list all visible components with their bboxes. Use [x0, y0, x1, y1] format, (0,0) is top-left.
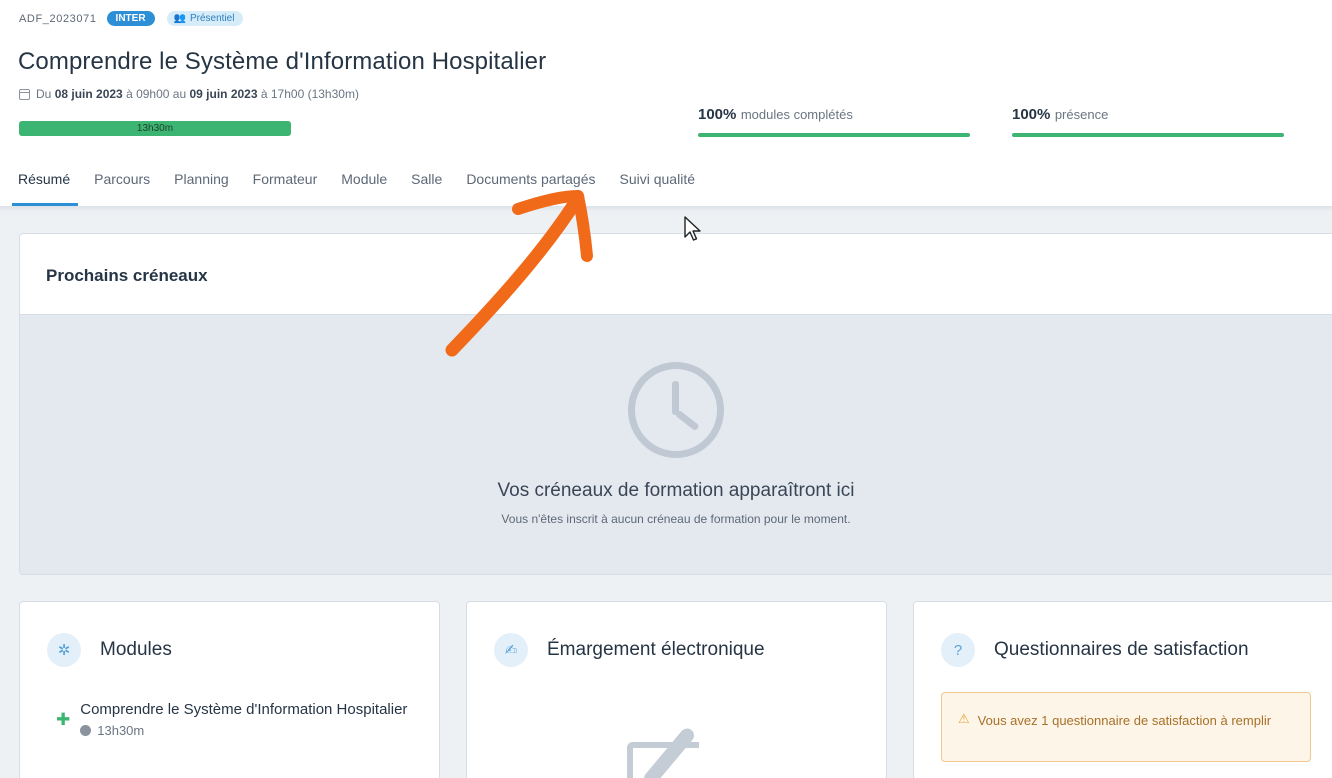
module-item-duration-row: 13h30m	[80, 723, 410, 738]
modules-completion-value: 100%	[698, 106, 737, 123]
start-time: à 09h00 au	[126, 87, 187, 101]
tab-bar: Résumé Parcours Planning Formateur Module Sal…	[11, 168, 719, 206]
page-title: Comprendre le Système d'Information Hosp…	[18, 48, 547, 75]
clock-icon	[80, 725, 92, 736]
tab-parcours[interactable]: Parcours	[94, 168, 150, 206]
presence-stat: 100% présence	[1012, 106, 1284, 137]
mode-badge: 👥 Présentiel	[166, 11, 244, 26]
training-reference: ADF_2023071	[19, 12, 97, 25]
tab-documents-partages[interactable]: Documents partagés	[466, 168, 595, 206]
modules-completion-label: modules complétés	[740, 107, 853, 122]
module-item-name[interactable]: Comprendre le Système d'Information Hosp…	[80, 698, 410, 721]
module-item[interactable]: ✚ Comprendre le Système d'Information Ho…	[56, 698, 410, 738]
tab-planning[interactable]: Planning	[174, 168, 229, 206]
type-badge: INTER	[106, 11, 155, 26]
empty-state-subtitle: Vous n'êtes inscrit à aucun créneau de f…	[501, 512, 851, 526]
questionnaires-card-title: Questionnaires de satisfaction	[994, 639, 1249, 660]
question-icon: ?	[941, 633, 975, 667]
tab-salle[interactable]: Salle	[411, 168, 442, 206]
warning-icon: ⚠	[958, 711, 970, 726]
modules-card: ✲ Modules ✚ Comprendre le Système d'Info…	[19, 601, 440, 778]
mode-badge-label: Présentiel	[190, 13, 235, 24]
end-time: à 17h00 (13h30m)	[260, 87, 359, 101]
reference-row: ADF_2023071 INTER 👥 Présentiel	[19, 11, 244, 26]
empty-state-title: Vos créneaux de formation apparaîtront i…	[497, 480, 855, 501]
presence-value: 100%	[1012, 106, 1051, 123]
modules-card-header: ✲ Modules	[47, 633, 172, 667]
emargement-card-header: ✍ Émargement électronique	[494, 633, 765, 667]
dates-prefix: Du	[36, 87, 52, 101]
mouse-cursor-icon	[684, 216, 701, 241]
modules-card-title: Modules	[100, 639, 172, 660]
start-date: 08 juin 2023	[54, 87, 123, 101]
presence-label: présence	[1054, 107, 1109, 122]
module-item-duration: 13h30m	[97, 723, 145, 738]
end-date: 09 juin 2023	[189, 87, 258, 101]
questionnaire-warning-text: Vous avez 1 questionnaire de satisfactio…	[977, 713, 1272, 728]
tab-resume[interactable]: Résumé	[11, 168, 79, 206]
training-dates: Du 08 juin 2023 à 09h00 au 09 juin 2023 …	[19, 87, 359, 101]
modules-progress-bar	[698, 133, 970, 137]
emargement-card: ✍ Émargement électronique	[466, 601, 887, 778]
modules-completion-stat: 100% modules complétés	[698, 106, 970, 137]
tab-module[interactable]: Module	[341, 168, 387, 206]
duration-bar: 13h30m	[19, 121, 291, 136]
questionnaires-card-header: ? Questionnaires de satisfaction	[941, 633, 1249, 667]
emargement-card-title: Émargement électronique	[547, 639, 765, 660]
presence-progress-bar	[1012, 133, 1284, 137]
main-content: Prochains créneaux Vos créneaux de forma…	[0, 206, 1332, 778]
questionnaires-card: ? Questionnaires de satisfaction ⚠ Vous …	[913, 601, 1332, 778]
upcoming-slots-title: Prochains créneaux	[20, 234, 1332, 315]
module-puzzle-icon: ✚	[56, 710, 71, 729]
tab-suivi-qualite[interactable]: Suivi qualité	[620, 168, 696, 206]
clock-icon	[628, 362, 724, 458]
tab-formateur[interactable]: Formateur	[253, 168, 318, 206]
signature-icon: ✍	[494, 633, 528, 667]
training-header: ADF_2023071 INTER 👥 Présentiel Comprendr…	[0, 0, 1332, 206]
questionnaire-warning[interactable]: ⚠ Vous avez 1 questionnaire de satisfact…	[941, 692, 1311, 762]
upcoming-slots-panel: Prochains créneaux Vos créneaux de forma…	[19, 233, 1332, 575]
people-icon: 👥	[173, 13, 186, 24]
puzzle-icon: ✲	[47, 633, 81, 667]
calendar-icon	[19, 88, 30, 100]
